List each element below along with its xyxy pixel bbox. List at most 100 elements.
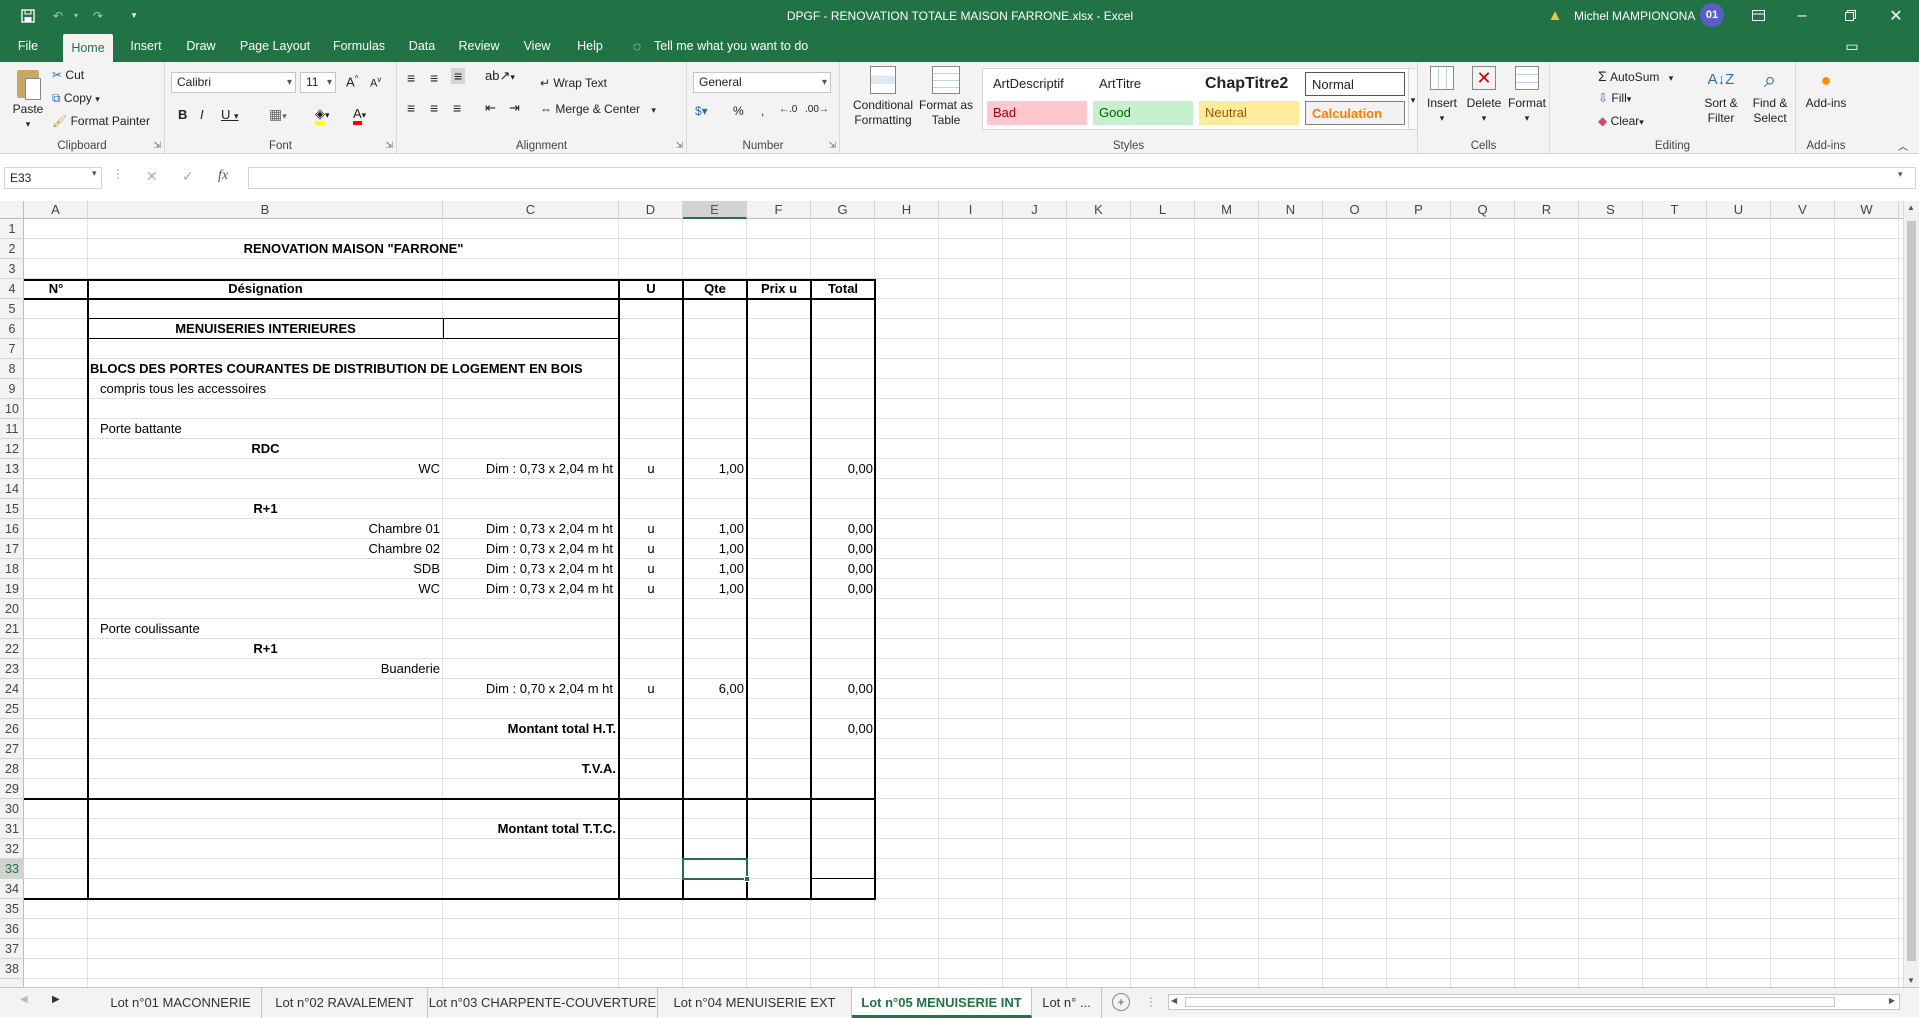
increase-font-icon[interactable]: A^ <box>346 74 358 89</box>
align-center-icon[interactable]: ≡ <box>430 100 438 116</box>
maximize-icon[interactable] <box>1830 0 1870 31</box>
row-header-3[interactable]: 3 <box>0 259 24 279</box>
row-header-23[interactable]: 23 <box>0 659 24 679</box>
close-icon[interactable]: ✕ <box>1876 0 1916 31</box>
total-ttc-label[interactable]: Montant total T.T.C. <box>443 819 619 839</box>
formula-input[interactable] <box>248 167 1916 189</box>
style-artdescriptif[interactable]: ArtDescriptif <box>987 72 1087 96</box>
header-prix[interactable]: Prix u <box>747 279 811 299</box>
column-header-b[interactable]: B <box>88 201 443 219</box>
item-total[interactable]: 0,00 <box>811 559 875 579</box>
rdc-label[interactable]: RDC <box>88 439 443 459</box>
conditional-formatting-button[interactable]: Conditional Formatting <box>852 66 914 128</box>
borders-icon[interactable]: ▦▾ <box>269 106 287 123</box>
number-launcher-icon[interactable]: ⇲ <box>828 140 836 151</box>
row-header-1[interactable]: 1 <box>0 219 24 239</box>
section-subtitle[interactable]: compris tous les accessoires <box>88 379 443 399</box>
item-dimensions[interactable]: Dim : 0,73 x 2,04 m ht <box>443 579 619 599</box>
column-header-s[interactable]: S <box>1579 201 1643 219</box>
item-quantity[interactable]: 1,00 <box>683 459 747 479</box>
paste-button[interactable]: Paste ▾ <box>6 66 50 132</box>
increase-indent-icon[interactable]: ⇥ <box>509 100 520 116</box>
row-header-37[interactable]: 37 <box>0 939 24 959</box>
comments-icon[interactable]: ▭ <box>1838 31 1866 62</box>
sheet-tab[interactable]: Lot n°02 RAVALEMENT <box>262 988 428 1018</box>
tab-review[interactable]: Review <box>454 31 504 62</box>
item-dimensions[interactable]: Dim : 0,73 x 2,04 m ht <box>443 519 619 539</box>
font-size-select[interactable]: 11 <box>300 72 336 93</box>
scroll-right-icon[interactable]: ▶ <box>1889 996 1895 1005</box>
select-all-corner[interactable] <box>0 201 24 219</box>
font-launcher-icon[interactable]: ⇲ <box>385 140 393 151</box>
column-header-j[interactable]: J <box>1003 201 1067 219</box>
styles-more-icon[interactable]: ▾ <box>1408 68 1418 130</box>
redo-icon[interactable]: ↷ <box>86 0 110 31</box>
row-header-17[interactable]: 17 <box>0 539 24 559</box>
align-bottom-icon[interactable]: ≡ <box>451 68 466 84</box>
collapse-ribbon-icon[interactable]: ︿ <box>1898 138 1908 153</box>
item-unit[interactable]: u <box>619 559 683 579</box>
r1-label[interactable]: R+1 <box>88 499 443 519</box>
row-header-12[interactable]: 12 <box>0 439 24 459</box>
scroll-left-icon[interactable]: ◀ <box>1171 996 1177 1005</box>
decrease-font-icon[interactable]: Av <box>370 75 381 90</box>
item-quantity[interactable]: 1,00 <box>683 519 747 539</box>
item-name[interactable]: Chambre 02 <box>88 539 443 559</box>
row-header-29[interactable]: 29 <box>0 779 24 799</box>
row-header-21[interactable]: 21 <box>0 619 24 639</box>
row-header-6[interactable]: 6 <box>0 319 24 339</box>
selected-cell[interactable] <box>682 858 748 880</box>
tva-label[interactable]: T.V.A. <box>443 759 619 779</box>
column-header-n[interactable]: N <box>1259 201 1323 219</box>
header-num[interactable]: N° <box>24 279 88 299</box>
item-unit[interactable]: u <box>619 459 683 479</box>
clipboard-launcher-icon[interactable]: ⇲ <box>153 140 161 151</box>
add-sheet-icon[interactable]: + <box>1112 993 1130 1011</box>
wrap-text-button[interactable]: ↵ Wrap Text <box>540 76 607 90</box>
clear-button[interactable]: ◆ Clear▾ <box>1598 114 1644 128</box>
accounting-format-icon[interactable]: $▾ <box>695 104 708 118</box>
row-header-5[interactable]: 5 <box>0 299 24 319</box>
total-ht-value[interactable]: 0,00 <box>811 719 875 739</box>
format-cells-button[interactable]: Format ▾ <box>1506 66 1548 126</box>
section-title[interactable]: BLOCS DES PORTES COURANTES DE DISTRIBUTI… <box>88 359 583 379</box>
scroll-down-icon[interactable]: ▼ <box>1907 976 1915 985</box>
header-total[interactable]: Total <box>811 279 875 299</box>
orientation-icon[interactable]: ab↗▾ <box>485 68 515 84</box>
paste-dropdown-icon[interactable]: ▾ <box>6 117 50 132</box>
italic-icon[interactable]: I <box>200 107 204 122</box>
style-bad[interactable]: Bad <box>987 101 1087 125</box>
row-header-25[interactable]: 25 <box>0 699 24 719</box>
item-name[interactable]: Chambre 01 <box>88 519 443 539</box>
item-total[interactable]: 0,00 <box>811 579 875 599</box>
undo-icon[interactable]: ↶ <box>46 0 70 31</box>
porte-battante-label[interactable]: Porte battante <box>88 419 443 439</box>
tab-page-layout[interactable]: Page Layout <box>234 31 316 62</box>
font-name-select[interactable]: Calibri <box>171 72 296 93</box>
minimize-icon[interactable]: – <box>1782 0 1822 31</box>
row-header-13[interactable]: 13 <box>0 459 24 479</box>
tab-splitter-icon[interactable]: ⋮ <box>1145 995 1157 1009</box>
row-header-4[interactable]: 4 <box>0 279 24 299</box>
item-quantity[interactable]: 1,00 <box>683 539 747 559</box>
header-qte[interactable]: Qte <box>683 279 747 299</box>
scroll-thumb[interactable] <box>1907 221 1916 961</box>
warning-icon[interactable]: ▲ <box>1545 0 1565 31</box>
item-name[interactable]: SDB <box>88 559 443 579</box>
row-header-20[interactable]: 20 <box>0 599 24 619</box>
tab-view[interactable]: View <box>516 31 558 62</box>
sheet-title[interactable]: RENOVATION MAISON "FARRONE" <box>88 239 619 259</box>
insert-cells-button[interactable]: Insert ▾ <box>1422 66 1462 126</box>
tab-help[interactable]: Help <box>570 31 610 62</box>
row-header-32[interactable]: 32 <box>0 839 24 859</box>
item-dimensions[interactable]: Dim : 0,73 x 2,04 m ht <box>443 539 619 559</box>
row-header-38[interactable]: 38 <box>0 959 24 979</box>
column-header-e[interactable]: E <box>683 201 747 219</box>
sheet-tab[interactable]: Lot n°03 CHARPENTE-COUVERTURE <box>428 988 658 1018</box>
sheet-tab[interactable]: Lot n°01 MACONNERIE <box>100 988 262 1018</box>
item-total[interactable]: 0,00 <box>811 519 875 539</box>
sheet-tab[interactable]: Lot n°04 MENUISERIE EXT <box>658 988 852 1018</box>
copy-button[interactable]: ⧉ Copy ▾ <box>52 91 100 106</box>
row-header-26[interactable]: 26 <box>0 719 24 739</box>
header-designation[interactable]: Désignation <box>88 279 443 299</box>
